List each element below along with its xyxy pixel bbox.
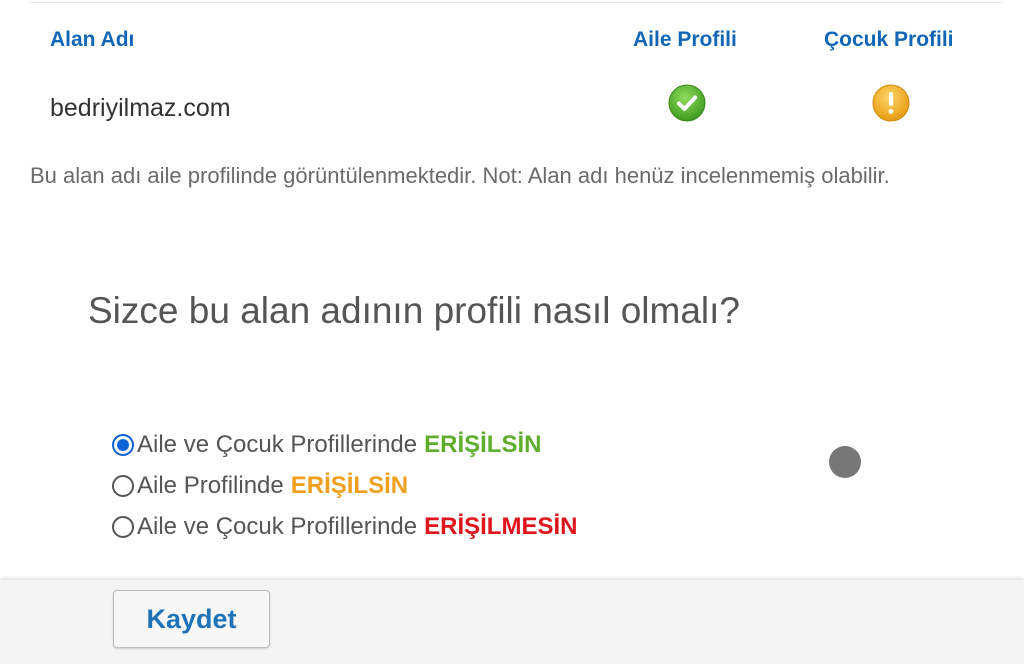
profile-note: Bu alan adı aile profilinde görüntülenme… [30,163,890,188]
header-domain: Alan Adı [50,28,135,51]
option-deny-all[interactable]: Aile ve Çocuk Profillerinde ERİŞİLMESİN [112,506,577,547]
domain-name: bedriyilmaz.com [50,94,231,122]
touch-indicator-dot [829,446,861,478]
option-deny-all-label: Aile ve Çocuk Profillerinde [137,512,418,540]
option-allow-family-label: Aile Profilinde [137,471,284,499]
radio-allow-family[interactable] [112,474,134,497]
warning-circle-icon [872,84,910,122]
top-divider [28,2,1004,3]
option-allow-all-emphasis: ERİŞİLSİN [424,430,542,458]
radio-deny-all[interactable] [112,515,134,538]
footer-bar: Kaydet [0,580,1024,664]
option-deny-all-emphasis: ERİŞİLMESİN [424,512,578,540]
option-allow-all-label: Aile ve Çocuk Profillerinde [137,430,418,458]
profile-options: Aile ve Çocuk Profillerinde ERİŞİLSİN Ai… [112,424,577,547]
option-allow-all[interactable]: Aile ve Çocuk Profillerinde ERİŞİLSİN [112,424,577,465]
save-button[interactable]: Kaydet [113,590,270,648]
header-child-profile: Çocuk Profili [824,28,954,51]
profile-question: Sizce bu alan adının profili nasıl olmal… [88,290,740,331]
option-allow-family[interactable]: Aile Profilinde ERİŞİLSİN [112,465,577,506]
option-allow-family-emphasis: ERİŞİLSİN [290,471,409,499]
radio-allow-all[interactable] [112,433,134,456]
check-circle-icon [668,84,706,122]
header-family-profile: Aile Profili [633,28,737,51]
